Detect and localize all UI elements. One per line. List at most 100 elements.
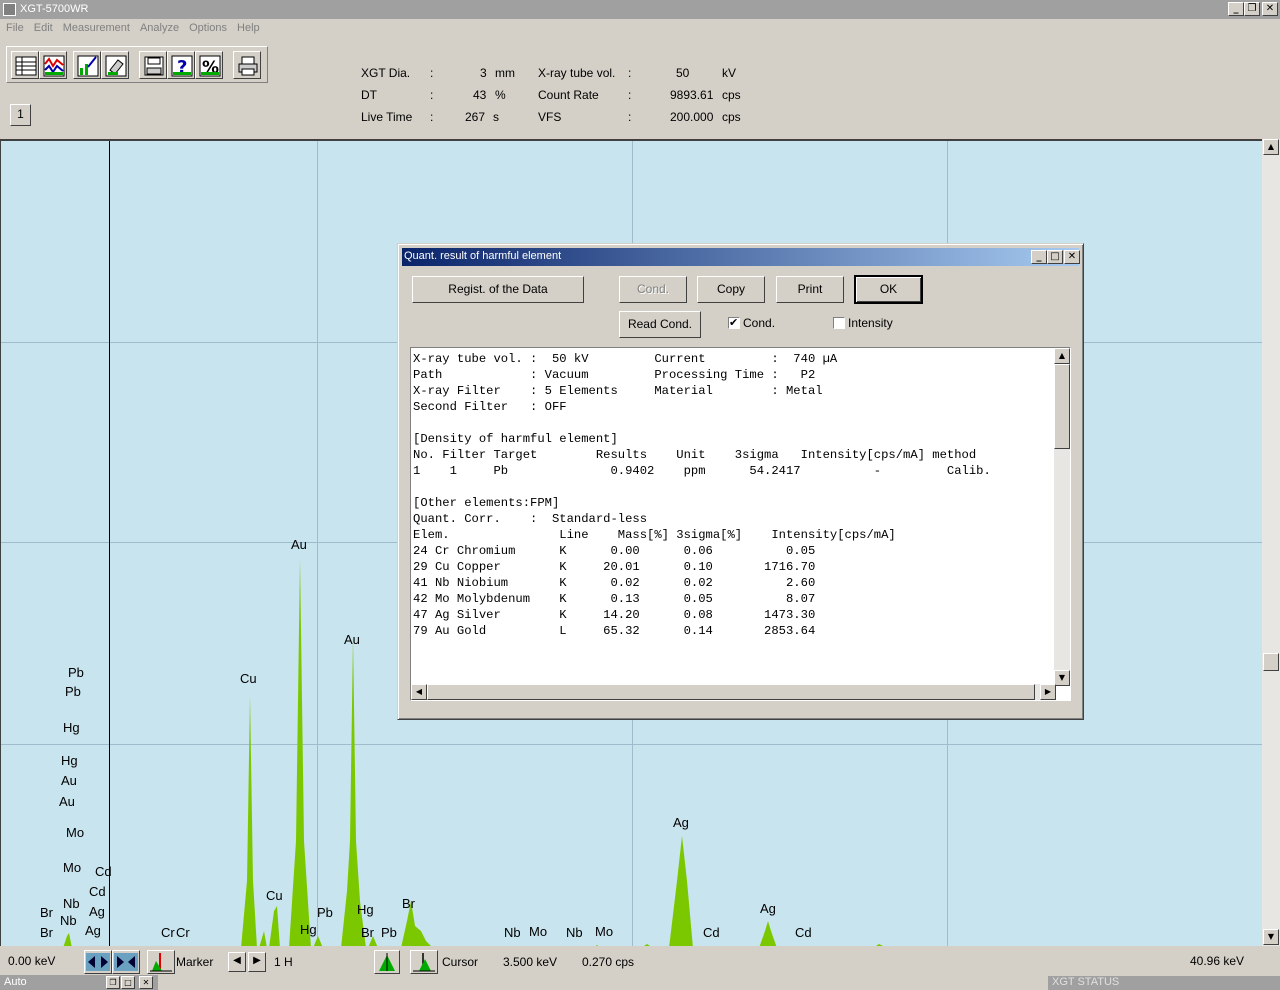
cursor-icon bbox=[413, 953, 435, 972]
start-energy: 0.00 keV bbox=[8, 954, 56, 968]
xgt-dia-value: 3 bbox=[480, 66, 487, 80]
cond-button[interactable]: Cond. bbox=[619, 276, 687, 303]
maximize-icon[interactable]: □ bbox=[121, 976, 135, 989]
print-icon bbox=[238, 56, 258, 76]
peak-label: Nb bbox=[504, 925, 521, 940]
copy-button[interactable]: Copy bbox=[697, 276, 765, 303]
save-button[interactable] bbox=[139, 51, 167, 79]
peak-label: Ag bbox=[673, 815, 689, 830]
table-button[interactable] bbox=[11, 51, 39, 79]
peak-label: Hg bbox=[61, 753, 78, 768]
scroll-thumb[interactable] bbox=[1263, 653, 1279, 671]
intensity-checkbox[interactable]: Intensity bbox=[833, 316, 893, 330]
menu-edit[interactable]: Edit bbox=[29, 19, 58, 34]
peak-label: Cd bbox=[795, 925, 812, 940]
restore-icon[interactable]: ❐ bbox=[106, 976, 120, 989]
menu-options[interactable]: Options bbox=[184, 19, 232, 34]
chart-edit-button[interactable] bbox=[73, 51, 101, 79]
chart-edit-icon bbox=[77, 55, 99, 77]
cursor-label: Cursor bbox=[442, 955, 479, 969]
menu-file[interactable]: File bbox=[0, 19, 29, 34]
restore-button[interactable]: ❐ bbox=[1244, 2, 1260, 16]
marker-button[interactable] bbox=[147, 950, 175, 974]
scroll-thumb[interactable] bbox=[1054, 364, 1070, 449]
window-title: XGT-5700WR bbox=[20, 3, 89, 15]
peak-label: Cd bbox=[95, 864, 112, 879]
peak-label: Cr bbox=[176, 925, 190, 940]
cond-checkbox[interactable]: Cond. bbox=[728, 316, 775, 330]
peak-label: Pb bbox=[317, 905, 333, 920]
dialog-close-button[interactable]: ✕ bbox=[1064, 250, 1080, 264]
print-button[interactable] bbox=[233, 51, 261, 79]
xgt-dia-label: XGT Dia. bbox=[361, 66, 411, 80]
close-button[interactable]: ✕ bbox=[1262, 2, 1278, 16]
regist-data-button[interactable]: Regist. of the Data bbox=[412, 276, 584, 303]
peak-label: Mo bbox=[529, 924, 548, 939]
checkbox-unchecked-icon[interactable] bbox=[833, 317, 845, 329]
peak-label: Cd bbox=[703, 925, 720, 940]
minimized-window[interactable]: Auto ❐ □ ✕ bbox=[0, 975, 158, 990]
read-cond-button[interactable]: Read Cond. bbox=[619, 311, 701, 338]
live-time-label: Live Time bbox=[361, 110, 413, 124]
dt-unit: % bbox=[495, 88, 506, 102]
peak-label: Mo bbox=[63, 860, 82, 875]
save-icon bbox=[144, 56, 164, 76]
minimize-button[interactable]: _ bbox=[1228, 2, 1244, 16]
peak-label: Hg bbox=[63, 720, 80, 735]
report-vertical-scrollbar[interactable]: ▲ ▼ bbox=[1054, 348, 1070, 686]
peak-label: Nb bbox=[63, 896, 80, 911]
print-button-dialog[interactable]: Print bbox=[776, 276, 844, 303]
percent-icon: % bbox=[199, 55, 221, 78]
scroll-left-icon[interactable]: ◀ bbox=[411, 684, 427, 700]
peak-label: Pb bbox=[68, 665, 84, 680]
dialog-maximize-button[interactable]: □ bbox=[1047, 250, 1063, 264]
eraser-button[interactable] bbox=[101, 51, 129, 79]
peak-label: Br bbox=[402, 896, 415, 911]
scale-shrink-button[interactable] bbox=[112, 950, 140, 974]
result-report-text[interactable]: X-ray tube vol. : 50 kV Current : 740 µA… bbox=[410, 347, 1071, 701]
report-horizontal-scrollbar[interactable]: ◀ ▶ bbox=[411, 684, 1056, 700]
vfs-unit: cps bbox=[722, 110, 741, 124]
dt-label: DT bbox=[361, 88, 377, 102]
scroll-thumb[interactable] bbox=[427, 684, 1035, 700]
scroll-down-icon[interactable]: ▼ bbox=[1054, 670, 1070, 686]
close-icon[interactable]: ✕ bbox=[139, 976, 153, 989]
menu-analyze[interactable]: Analyze bbox=[135, 19, 184, 34]
intensity-checkbox-label: Intensity bbox=[848, 316, 893, 330]
shrink-arrows-icon bbox=[114, 953, 138, 971]
tube-vol-label: X-ray tube vol. bbox=[538, 66, 616, 80]
tube-vol-unit: kV bbox=[722, 66, 737, 80]
quant-result-dialog: Quant. result of harmful element _ □ ✕ R… bbox=[397, 243, 1084, 720]
scale-expand-button[interactable] bbox=[84, 950, 112, 974]
peak-search-button[interactable] bbox=[374, 950, 400, 974]
menu-help[interactable]: Help bbox=[232, 19, 265, 34]
menu-measurement[interactable]: Measurement bbox=[58, 19, 135, 34]
scroll-right-icon[interactable]: ▶ bbox=[1040, 684, 1056, 700]
help-button[interactable]: ? bbox=[167, 51, 195, 79]
help-icon: ? bbox=[171, 55, 193, 78]
cursor-button[interactable] bbox=[410, 950, 438, 974]
tube-vol-value: 50 bbox=[676, 66, 690, 80]
spectrum-compare-button[interactable] bbox=[39, 51, 67, 79]
peak-label: Au bbox=[291, 537, 307, 552]
checkbox-checked-icon[interactable] bbox=[728, 316, 740, 329]
dialog-title: Quant. result of harmful element bbox=[404, 250, 562, 262]
scroll-up-icon[interactable]: ▲ bbox=[1263, 139, 1279, 155]
percent-button[interactable]: % bbox=[195, 51, 223, 79]
peak-label: Hg bbox=[300, 922, 317, 937]
page-button[interactable]: 1 bbox=[10, 104, 31, 126]
peak-label: Au bbox=[61, 773, 77, 788]
colon: : bbox=[430, 66, 434, 80]
plot-vertical-scrollbar[interactable]: ▲ ▼ bbox=[1262, 139, 1280, 946]
ok-button[interactable]: OK bbox=[854, 275, 923, 304]
end-energy: 40.96 keV bbox=[1190, 954, 1245, 968]
marker-next-icon[interactable]: ▶ bbox=[248, 952, 266, 972]
dialog-minimize-button[interactable]: _ bbox=[1031, 250, 1047, 264]
peak-label: Cr bbox=[161, 925, 175, 940]
cursor-line[interactable] bbox=[109, 141, 110, 946]
cursor-counts: 0.270 cps bbox=[582, 955, 635, 969]
scroll-up-icon[interactable]: ▲ bbox=[1054, 348, 1070, 364]
vfs-label: VFS bbox=[538, 110, 562, 124]
scroll-down-icon[interactable]: ▼ bbox=[1263, 929, 1279, 945]
marker-prev-icon[interactable]: ◀ bbox=[228, 952, 246, 972]
